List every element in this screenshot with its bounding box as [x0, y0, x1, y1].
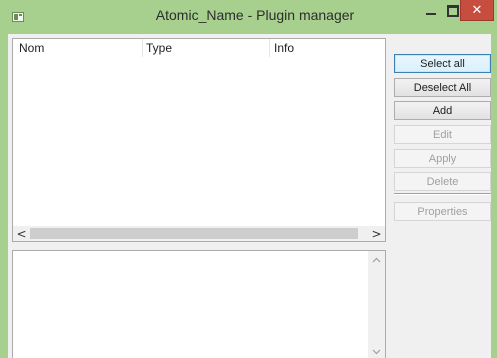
horizontal-scrollbar[interactable]: < >: [13, 226, 385, 241]
deselect-all-button[interactable]: Deselect All: [394, 78, 491, 97]
plugin-manager-window: Atomic_Name - Plugin manager ✕ Nom Type …: [0, 0, 497, 358]
select-all-button[interactable]: Select all: [394, 54, 491, 73]
vertical-scrollbar[interactable]: [368, 251, 385, 358]
minimize-icon: [426, 12, 436, 15]
column-separator[interactable]: [142, 39, 143, 57]
column-separator[interactable]: [269, 39, 270, 57]
horizontal-scroll-thumb[interactable]: [30, 228, 358, 239]
add-button[interactable]: Add: [394, 101, 491, 120]
column-header-type[interactable]: Type: [146, 41, 172, 55]
scroll-right-icon[interactable]: >: [368, 226, 385, 241]
client-area: Nom Type Info < > Select all Deselect Al…: [8, 34, 491, 358]
delete-button[interactable]: Delete: [394, 172, 491, 191]
title-bar[interactable]: Atomic_Name - Plugin manager ✕: [0, 0, 497, 34]
apply-button[interactable]: Apply: [394, 149, 491, 168]
edit-button[interactable]: Edit: [394, 125, 491, 144]
plugin-table[interactable]: Nom Type Info < >: [12, 38, 386, 242]
minimize-button[interactable]: [418, 0, 444, 21]
table-body[interactable]: [13, 57, 385, 227]
scroll-up-icon[interactable]: [368, 253, 385, 267]
scroll-down-icon[interactable]: [368, 345, 385, 358]
close-button[interactable]: ✕: [460, 0, 494, 21]
output-log[interactable]: [12, 250, 386, 358]
table-header: Nom Type Info: [13, 39, 385, 57]
column-header-nom[interactable]: Nom: [19, 41, 44, 55]
properties-button[interactable]: Properties: [394, 202, 491, 221]
scroll-left-icon[interactable]: <: [13, 226, 30, 241]
column-header-info[interactable]: Info: [274, 41, 294, 55]
close-icon: ✕: [471, 2, 483, 18]
maximize-button[interactable]: [447, 5, 459, 17]
button-separator: [394, 193, 491, 195]
